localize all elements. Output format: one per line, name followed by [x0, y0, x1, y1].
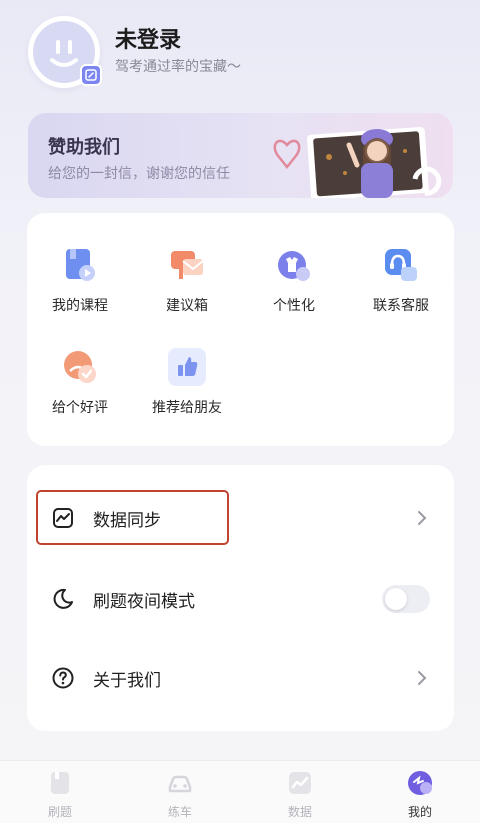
quiz-tab-icon [51, 772, 69, 794]
chevron-right-icon [418, 511, 427, 525]
edit-icon[interactable] [80, 64, 102, 86]
services-grid-card: 我的课程 建议箱 个性化 联系客服 给个好评 推荐给朋友 [27, 213, 454, 446]
tab-label: 练车 [167, 805, 192, 819]
chevron-right-icon [418, 671, 427, 685]
night-mode-toggle[interactable] [382, 585, 430, 613]
bottom-tab-bar: 刷题 练车 数据 我的 [0, 760, 480, 823]
list-label: 刷题夜间模式 [93, 591, 195, 612]
list-item-data-sync[interactable]: 数据同步 [27, 488, 454, 548]
grid-label: 推荐给朋友 [152, 400, 222, 416]
grid-label: 建议箱 [166, 298, 208, 314]
grid-item-customer-service[interactable]: 联系客服 [351, 245, 451, 315]
tab-label: 刷题 [47, 805, 72, 819]
banner-subtitle: 给您的一封信，谢谢您的信任 [48, 166, 230, 182]
question-icon [52, 667, 74, 689]
customer-service-icon [381, 245, 421, 285]
banner-title: 赞助我们 [48, 137, 120, 158]
list-item-night-mode: 刷题夜间模式 [27, 569, 454, 629]
grid-label: 个性化 [273, 298, 315, 314]
avatar[interactable] [28, 16, 102, 88]
tab-label: 我的 [407, 805, 432, 819]
list-label: 数据同步 [93, 510, 161, 531]
grid-item-rating[interactable]: 给个好评 [30, 347, 130, 417]
list-item-about-us[interactable]: 关于我们 [27, 648, 454, 708]
profile-header: 未登录 驾考通过率的宝藏～ [0, 0, 480, 110]
suggestion-box-icon [167, 245, 207, 285]
grid-label: 我的课程 [52, 298, 108, 314]
rating-icon [60, 347, 100, 387]
toggle-knob [385, 588, 407, 610]
grid-item-suggestion-box[interactable]: 建议箱 [137, 245, 237, 315]
grid-label: 联系客服 [373, 298, 429, 314]
tab-quiz[interactable]: 刷题 [20, 769, 100, 820]
tab-label: 数据 [287, 805, 312, 819]
settings-list-card: 数据同步 刷题夜间模式 关于我们 [27, 465, 454, 731]
grid-item-personalize[interactable]: 个性化 [244, 245, 344, 315]
profile-tab-icon [408, 771, 432, 795]
grid-item-my-courses[interactable]: 我的课程 [30, 245, 130, 315]
grid-item-recommend[interactable]: 推荐给朋友 [137, 347, 237, 417]
user-name[interactable]: 未登录 [115, 22, 181, 54]
sponsor-banner[interactable]: 赞助我们 给您的一封信，谢谢您的信任 [28, 113, 453, 198]
grid-label: 给个好评 [52, 400, 108, 416]
user-subtitle: 驾考通过率的宝藏～ [115, 59, 241, 75]
personalize-icon [274, 245, 314, 285]
chart-tab-icon [289, 772, 311, 794]
tab-mine[interactable]: 我的 [380, 769, 460, 820]
thumbs-up-icon [167, 347, 207, 387]
moon-icon [53, 588, 73, 609]
course-icon [60, 245, 100, 285]
list-label: 关于我们 [93, 670, 161, 691]
tab-practice-car[interactable]: 练车 [140, 769, 220, 820]
chart-sync-icon [53, 508, 73, 528]
banner-illustration-icon [273, 127, 442, 198]
car-tab-icon [168, 775, 192, 793]
tab-data[interactable]: 数据 [260, 769, 340, 820]
